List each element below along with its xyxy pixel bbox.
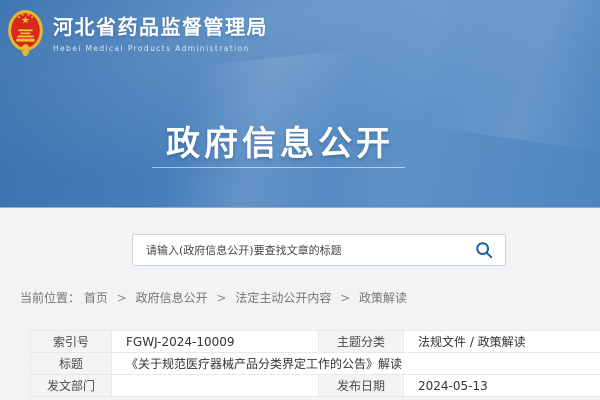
cell-value-topic-category: 法规文件 / 政策解读 bbox=[404, 331, 600, 353]
table-row-index: 索引号 FGWJ-2024-10009 主题分类 法规文件 / 政策解读 bbox=[31, 331, 600, 353]
cell-value-index-no: FGWJ-2024-10009 bbox=[112, 331, 319, 353]
org-name-en: Hebei Medical Products Administration bbox=[53, 44, 268, 53]
breadcrumb-item-policy-interpretation[interactable]: 政策解读 bbox=[359, 291, 407, 305]
breadcrumb-item-disclosure-content[interactable]: 法定主动公开内容 bbox=[235, 291, 331, 305]
info-table: 索引号 FGWJ-2024-10009 主题分类 法规文件 / 政策解读 标题 … bbox=[30, 330, 600, 397]
breadcrumb-separator: > bbox=[216, 291, 226, 305]
page-title: 政府信息公开 bbox=[0, 116, 560, 165]
cell-label-issuing-department: 发文部门 bbox=[31, 375, 112, 397]
breadcrumb: 当前位置： 首页 > 政府信息公开 > 法定主动公开内容 > 政策解读 bbox=[20, 289, 407, 306]
org-name-zh: 河北省药品监督管理局 bbox=[53, 14, 268, 40]
page: 河北省药品监督管理局 Hebei Medical Products Admini… bbox=[0, 0, 600, 400]
table-row-department: 发文部门 发布日期 2024-05-13 bbox=[31, 375, 600, 397]
search-box bbox=[132, 234, 506, 266]
cell-value-publish-date: 2024-05-13 bbox=[404, 375, 600, 397]
cell-label-title: 标题 bbox=[31, 353, 112, 375]
cell-value-title: 《关于规范医疗器械产品分类界定工作的公告》解读 bbox=[112, 353, 600, 375]
search-input[interactable] bbox=[133, 235, 475, 265]
breadcrumb-prefix: 当前位置： bbox=[20, 291, 80, 305]
breadcrumb-item-gov-info[interactable]: 政府信息公开 bbox=[136, 291, 208, 305]
cell-label-topic-category: 主题分类 bbox=[319, 331, 404, 353]
breadcrumb-separator: > bbox=[340, 291, 350, 305]
table-row-title: 标题 《关于规范医疗器械产品分类界定工作的公告》解读 bbox=[31, 353, 600, 375]
cell-label-publish-date: 发布日期 bbox=[319, 375, 404, 397]
site-logo[interactable]: 河北省药品监督管理局 Hebei Medical Products Admini… bbox=[7, 9, 268, 57]
cell-label-index-no: 索引号 bbox=[31, 331, 112, 353]
breadcrumb-item-home[interactable]: 首页 bbox=[84, 291, 108, 305]
banner: 河北省药品监督管理局 Hebei Medical Products Admini… bbox=[0, 0, 600, 208]
search-icon[interactable] bbox=[475, 241, 493, 259]
breadcrumb-separator: > bbox=[117, 291, 127, 305]
national-emblem-icon bbox=[7, 9, 44, 57]
cell-value-issuing-department bbox=[112, 375, 319, 397]
title-underline bbox=[152, 167, 405, 168]
